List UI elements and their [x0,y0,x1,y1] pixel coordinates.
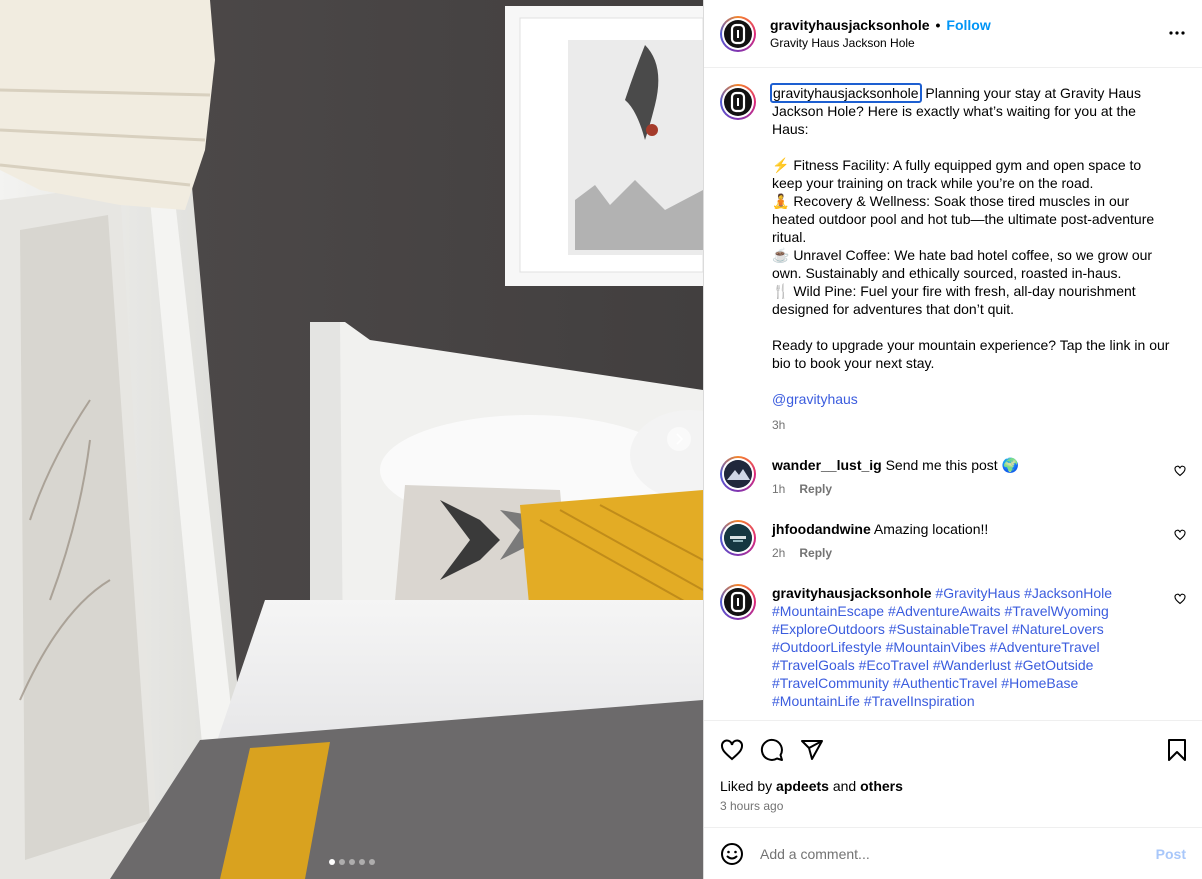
carousel-dot [338,859,345,865]
hashtag-link[interactable]: #TravelWyoming [1004,603,1108,619]
comment-time[interactable]: 2h [772,546,785,560]
carousel-dot [358,859,365,865]
carousel-dots [0,859,703,865]
hashtag-link[interactable]: #AdventureAwaits [888,603,1001,619]
like-comment-button[interactable] [1174,592,1186,608]
header-username[interactable]: gravityhausjacksonhole [770,17,930,33]
heart-icon [721,738,743,760]
hotel-room-photo [0,0,703,879]
post-media[interactable] [0,0,703,879]
hashtag-link[interactable]: #SustainableTravel [889,621,1008,637]
hashtag-link[interactable]: #GetOutside [1015,657,1094,673]
hashtag-link[interactable]: #TravelCommunity [772,675,889,691]
gravity-haus-logo-icon [730,91,746,113]
hashtag-link[interactable]: #OutdoorLifestyle [772,639,882,655]
liker-username[interactable]: apdeets [776,778,829,794]
comment-username[interactable]: jhfoodandwine [772,521,871,537]
mountain-avatar-icon [724,460,752,488]
comment-button[interactable] [760,738,784,762]
caption-timestamp[interactable]: 3h [772,416,1174,434]
like-comment-button[interactable] [1174,464,1186,480]
hashtag-link[interactable]: #Wanderlust [933,657,1011,673]
avatar[interactable] [720,584,756,620]
follow-button[interactable]: Follow [946,17,990,33]
comment-username[interactable]: wander__lust_ig [772,457,882,473]
like-button[interactable] [720,738,744,762]
post-header: gravityhausjacksonhole • Follow Gravity Ha… [704,0,1202,68]
post-comment-button[interactable]: Post [1156,846,1186,862]
share-icon [801,739,823,760]
hashtag-link[interactable]: #ExploreOutdoors [772,621,885,637]
reply-button[interactable]: Reply [799,546,832,560]
hashtag-link[interactable]: #TravelInspiration [864,693,975,709]
avatar[interactable] [720,520,756,556]
hashtag-link[interactable]: #HomeBase [1001,675,1078,691]
caption-mention-link[interactable]: @gravityhaus [772,390,1174,408]
comments-scroll-area[interactable]: gravityhausjacksonhole Planning your sta… [704,68,1202,720]
reply-button[interactable]: Reply [799,482,832,496]
avatar[interactable] [720,456,756,492]
emoji-icon [721,842,743,865]
comment-text: Send me this post 🌍 [885,457,1019,473]
hashtag-link[interactable]: #MountainVibes [886,639,986,655]
caption: gravityhausjacksonhole Planning your sta… [720,83,1186,434]
emoji-button[interactable] [720,842,744,866]
comment-item: jhfoodandwine Amazing location!! 2h Reply [720,520,1186,562]
carousel-dot [328,859,335,865]
avatar[interactable] [720,84,756,120]
food-wine-avatar-icon [724,524,752,552]
likes-prefix: Liked by [720,778,773,794]
hashtag-link[interactable]: #MountainLife [772,693,860,709]
like-comment-button[interactable] [1174,528,1186,544]
gravity-haus-logo-icon [730,23,746,44]
post-side-panel: gravityhausjacksonhole • Follow Gravity Ha… [703,0,1202,879]
likes-summary: Liked by apdeets and others [704,778,1202,794]
caption-text: Planning your stay at Gravity Haus Jacks… [772,85,1170,371]
comment-item: wander__lust_ig Send me this post 🌍 1h Re… [720,456,1186,498]
comment-text: Amazing location!! [873,521,989,537]
comment-icon [760,738,783,761]
bookmark-icon [1168,738,1186,761]
chevron-right-icon [676,433,684,445]
carousel-dot [348,859,355,865]
caption-username[interactable]: gravityhausjacksonhole [770,83,922,103]
hashtag-link[interactable]: #EcoTravel [859,657,929,673]
save-button[interactable] [1166,738,1188,762]
likes-middle: and [832,778,857,794]
hashtag-link[interactable]: #JacksonHole [1024,585,1112,601]
more-options-button[interactable] [1168,24,1186,45]
hashtag-link[interactable]: #TravelGoals [772,657,855,673]
hashtag-link[interactable]: #NatureLovers [1012,621,1104,637]
more-icon [1169,31,1185,35]
comment-item: gravityhausjacksonhole #GravityHaus #Jac… [720,584,1186,710]
share-button[interactable] [800,738,824,762]
likes-others-link[interactable]: others [860,778,903,794]
hashtag-link[interactable]: #AdventureTravel [990,639,1100,655]
post-timestamp[interactable]: 3 hours ago [704,794,1202,813]
hashtag-link[interactable]: #GravityHaus [935,585,1020,601]
gravity-haus-logo-icon [730,591,746,613]
comment-input[interactable]: Add a comment... [760,846,1156,862]
post-actions-bar [704,720,1202,778]
carousel-dot [368,859,375,865]
heart-icon [1174,529,1186,541]
location-subtitle[interactable]: Gravity Haus Jackson Hole [770,36,991,50]
post-dialog: gravityhausjacksonhole • Follow Gravity Ha… [0,0,1202,879]
heart-icon [1174,465,1186,477]
next-slide-button[interactable] [667,427,691,451]
comment-time[interactable]: 1h [772,482,785,496]
add-comment-bar: Add a comment... Post [704,827,1202,879]
heart-icon [1174,593,1186,605]
avatar[interactable] [720,15,756,52]
hashtag-link[interactable]: #AuthenticTravel [893,675,998,691]
header-separator: • [935,17,941,33]
comment-username[interactable]: gravityhausjacksonhole [772,585,932,601]
hashtag-link[interactable]: #MountainEscape [772,603,884,619]
